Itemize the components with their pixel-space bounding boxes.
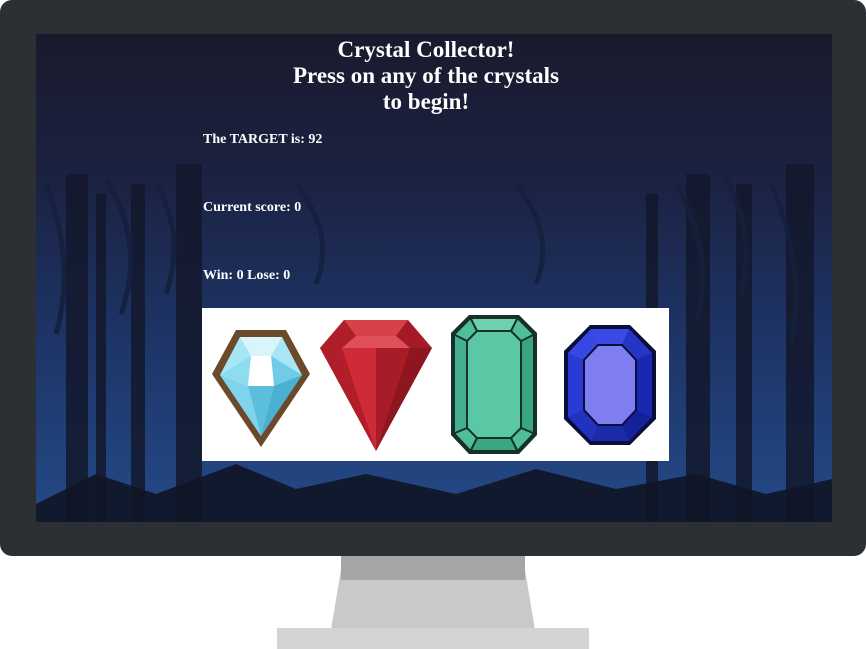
crystal-ruby-button[interactable] — [316, 308, 436, 461]
target-label: The TARGET is: — [203, 132, 305, 147]
diamond-icon — [212, 330, 310, 447]
lose-value: 0 — [283, 268, 291, 283]
lose-label: Lose: — [247, 268, 280, 283]
score-display: Current score: 0 — [203, 200, 301, 216]
monitor-stand-base — [277, 628, 589, 649]
crystal-panel — [202, 308, 669, 461]
page-title: Crystal Collector! Press on any of the c… — [36, 37, 816, 115]
ruby-icon — [320, 320, 432, 451]
score-label: Current score: — [203, 200, 291, 215]
win-value: 0 — [236, 268, 244, 283]
target-display: The TARGET is: 92 — [203, 132, 322, 148]
crystal-emerald-button[interactable] — [449, 308, 539, 461]
title-line-2: Press on any of the crystals — [293, 63, 559, 88]
score-value: 0 — [294, 200, 302, 215]
emerald-icon — [451, 315, 537, 454]
crystal-diamond-button[interactable] — [206, 308, 316, 461]
crystal-sapphire-button[interactable] — [560, 308, 660, 461]
title-line-1: Crystal Collector! — [337, 37, 515, 62]
target-value: 92 — [308, 132, 323, 147]
title-line-3: to begin! — [382, 89, 470, 114]
sapphire-icon — [564, 325, 656, 445]
win-lose-display: Win: 0 Lose: 0 — [203, 268, 290, 284]
monitor-stand-shade — [341, 556, 525, 580]
game-screen: Crystal Collector! Press on any of the c… — [36, 34, 832, 522]
win-label: Win: — [203, 268, 234, 283]
